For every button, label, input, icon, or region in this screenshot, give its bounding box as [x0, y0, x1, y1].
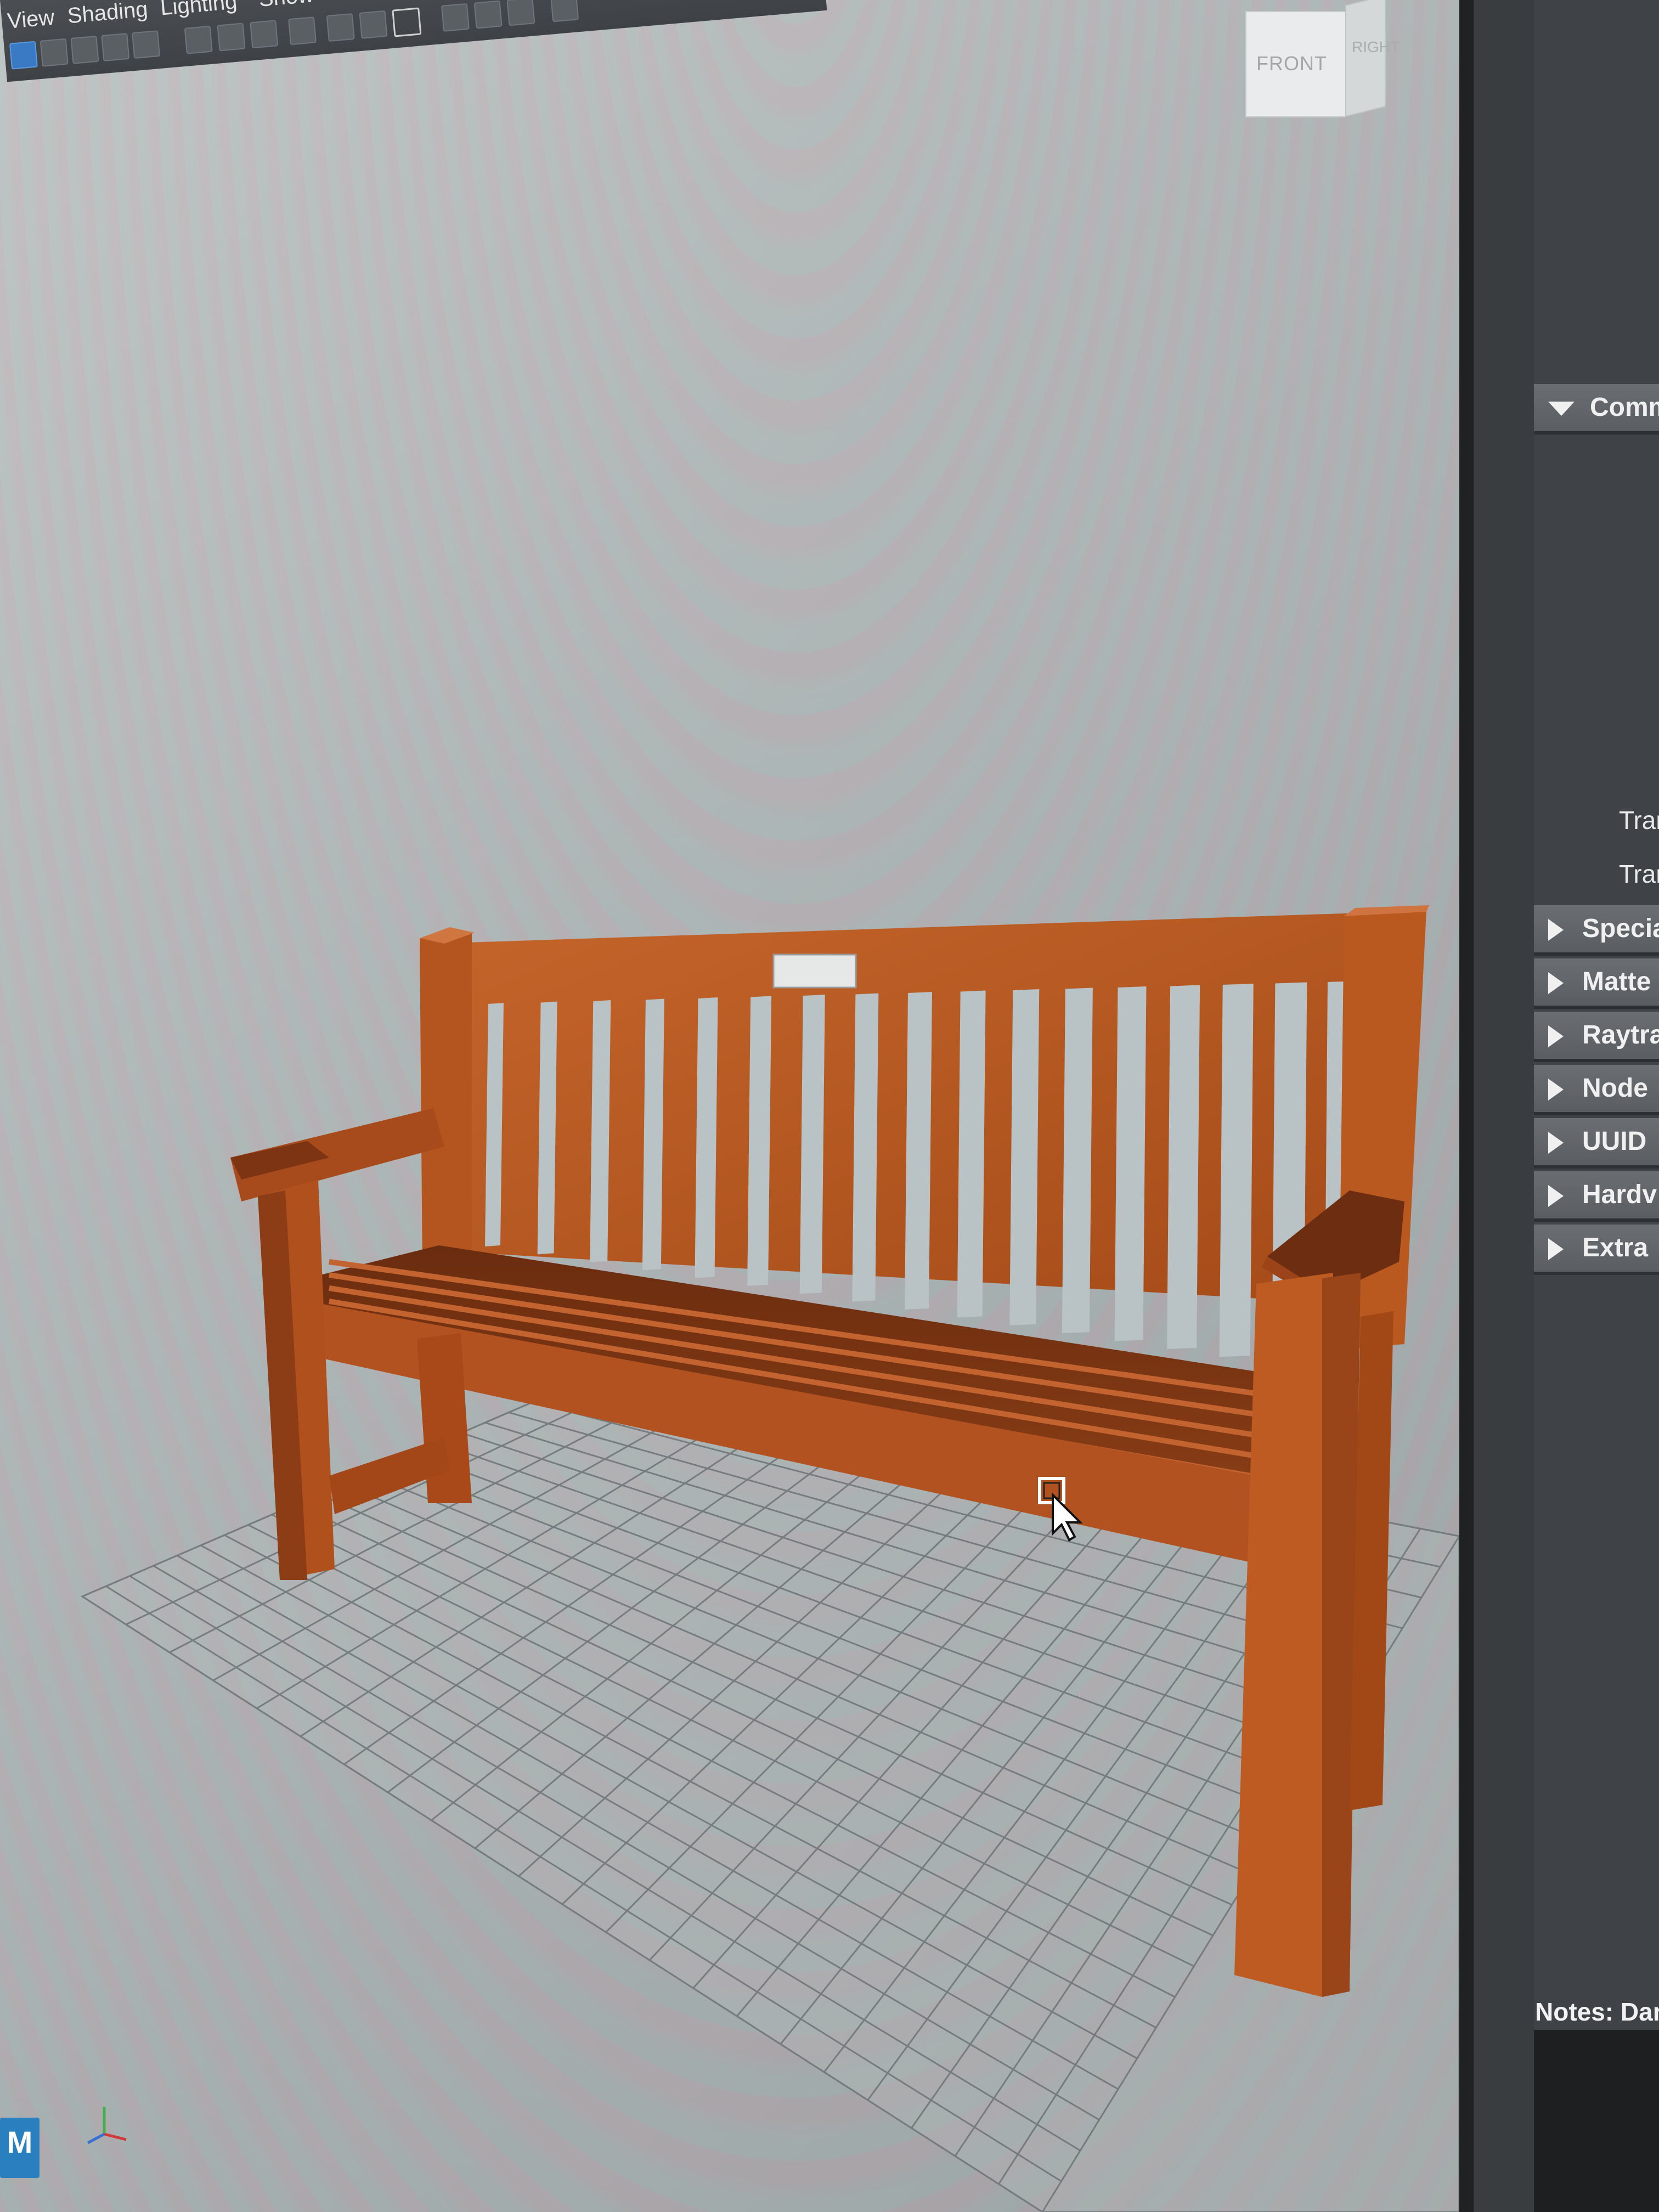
bench-back-slat-gap: [905, 992, 932, 1310]
section-extra[interactable]: Extra: [1534, 1224, 1659, 1275]
collapse-arrow-icon: [1548, 972, 1564, 995]
bench-back-slat-gap: [1009, 989, 1040, 1325]
scene-canvas[interactable]: [0, 0, 1459, 2212]
section-common[interactable]: Comm: [1534, 384, 1659, 435]
collapse-arrow-icon: [1548, 1025, 1564, 1048]
bench-back-slat-gap: [695, 997, 718, 1278]
section-uuid[interactable]: UUID: [1534, 1118, 1659, 1169]
3d-viewport[interactable]: View Shading Lighting Show FRONT RIGHT: [0, 0, 1459, 2212]
collapse-arrow-icon: [1548, 1238, 1564, 1261]
bench-back-slat-gap: [1062, 988, 1093, 1334]
attr-translate-label: Trar: [1619, 860, 1659, 888]
notes-textarea[interactable]: [1534, 2030, 1659, 2212]
bench-back-slat-gap: [799, 995, 825, 1294]
collapse-arrow-icon: [1548, 1132, 1564, 1154]
maya-logo: M: [0, 2118, 40, 2178]
bench-plaque: [772, 953, 857, 989]
axis-icon: [87, 2107, 127, 2145]
collapse-arrow-icon: [1548, 1185, 1564, 1207]
bench-back-slat-gap: [852, 993, 879, 1302]
collapse-arrow-icon: [1548, 1079, 1564, 1101]
attr-translate-label: Trar: [1619, 806, 1659, 834]
expand-arrow-icon: [1548, 402, 1575, 416]
bench-back-slat-gap: [1114, 986, 1147, 1341]
notes-label: Notes: Dar: [1535, 1997, 1659, 2026]
bench-back-slat-gap: [642, 998, 664, 1271]
bench-back-slat-gap: [1167, 985, 1200, 1349]
bench-back-slat-gap: [747, 996, 772, 1286]
bench-back-slat-gap: [537, 1001, 557, 1255]
attribute-editor-body: Comm Trar Trar Specia Matte Raytra Node …: [1534, 0, 1659, 2212]
collapse-arrow-icon: [1548, 919, 1564, 941]
attribute-editor-panel: Comm Trar Trar Specia Matte Raytra Node …: [1459, 0, 1659, 2212]
section-node[interactable]: Node: [1534, 1065, 1659, 1115]
section-matte[interactable]: Matte: [1534, 958, 1659, 1009]
section-raytrace[interactable]: Raytra: [1534, 1012, 1659, 1062]
bench-back-slat-gap: [1219, 984, 1254, 1357]
bench-back-slat-gap: [590, 1000, 611, 1262]
section-special[interactable]: Specia: [1534, 905, 1659, 956]
section-hardware[interactable]: Hardv: [1534, 1171, 1659, 1222]
bench-back-slat-gap: [957, 990, 986, 1318]
